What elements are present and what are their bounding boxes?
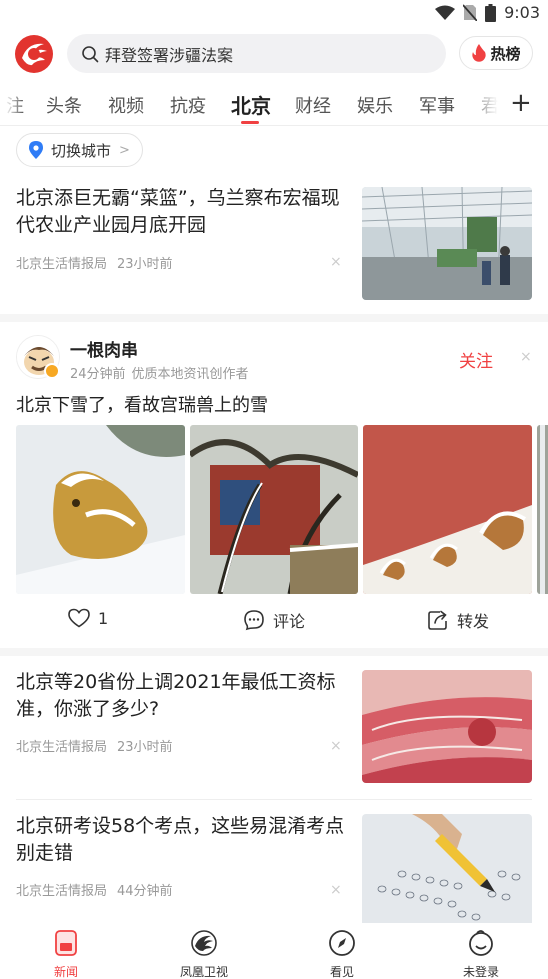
compass-icon	[329, 930, 355, 956]
add-channel-icon[interactable]: +	[510, 88, 532, 118]
battery-icon	[485, 3, 497, 22]
news-title[interactable]: 北京研考设58个考点，这些易混淆考点别走错	[16, 813, 346, 867]
author-desc: 优质本地资讯创作者	[131, 367, 249, 382]
status-time: 9:03	[504, 3, 540, 22]
nav-label: 看见	[329, 965, 354, 979]
search-bar[interactable]: 拜登签署涉疆法案	[67, 34, 446, 73]
user-icon	[469, 930, 493, 956]
comment-button[interactable]: 评论	[243, 608, 305, 632]
post-text[interactable]: 北京下雪了，看故宫瑞兽上的雪	[16, 391, 268, 417]
tab-entertainment[interactable]: 娱乐	[357, 92, 393, 118]
chevron-right-icon: >	[119, 142, 130, 158]
news-title[interactable]: 北京等20省份上调2021年最低工资标准，你涨了多少?	[16, 669, 346, 723]
status-bar: 9:03	[0, 0, 548, 26]
nav-phoenix-tv[interactable]: 凤凰卫视	[159, 929, 249, 979]
search-icon	[82, 45, 99, 62]
tab-video[interactable]: 视频	[108, 92, 144, 118]
switch-city-label: 切换城市	[51, 141, 112, 160]
nav-label: 新闻	[53, 965, 78, 979]
active-tab-indicator	[241, 121, 259, 124]
bottom-nav: 新闻 凤凰卫视 看见 未登录	[0, 923, 548, 979]
hot-list-label: 热榜	[490, 44, 521, 63]
news-source: 北京生活情报局	[16, 884, 108, 899]
section-divider	[0, 648, 548, 656]
like-count: 1	[98, 608, 109, 628]
wifi-icon	[435, 5, 456, 20]
comment-label: 评论	[273, 612, 306, 631]
hot-list-button[interactable]: 热榜	[459, 36, 533, 70]
tab-headlines[interactable]: 头条	[46, 92, 82, 118]
tab-beijing[interactable]: 北京	[231, 90, 271, 119]
post-image[interactable]	[363, 425, 532, 594]
post-image[interactable]	[537, 425, 548, 594]
post-time: 24分钟前	[70, 367, 126, 382]
post-image[interactable]	[16, 425, 185, 594]
switch-city-button[interactable]: 切换城市 >	[16, 133, 143, 167]
nav-discover[interactable]: 看见	[297, 929, 387, 979]
nav-label: 凤凰卫视	[179, 965, 228, 979]
phoenix-tv-icon	[191, 930, 217, 956]
location-pin-icon	[29, 141, 43, 159]
news-thumbnail[interactable]	[362, 670, 532, 783]
dismiss-icon[interactable]: ×	[330, 882, 342, 898]
comment-icon	[244, 610, 264, 631]
share-label: 转发	[457, 612, 490, 631]
heart-icon	[68, 608, 90, 628]
verified-badge-icon	[44, 363, 60, 379]
news-time: 23小时前	[117, 257, 173, 272]
like-button[interactable]: 1	[68, 608, 108, 628]
phoenix-logo-icon[interactable]	[14, 34, 54, 74]
nav-profile[interactable]: 未登录	[436, 929, 526, 979]
share-button[interactable]: 转发	[427, 608, 489, 632]
dismiss-icon[interactable]: ×	[330, 738, 342, 754]
news-thumbnail[interactable]	[362, 814, 532, 923]
top-bar: 拜登签署涉疆法案 热榜	[0, 30, 548, 78]
news-icon	[55, 930, 77, 956]
share-icon	[428, 610, 447, 630]
news-title[interactable]: 北京添巨无霸“菜篮”，乌兰察布宏福现代农业产业园月底开园	[16, 185, 346, 239]
tab-finance[interactable]: 财经	[295, 92, 331, 118]
dismiss-icon[interactable]: ×	[330, 254, 342, 270]
flame-icon	[472, 44, 487, 62]
search-hint: 拜登签署涉疆法案	[105, 45, 234, 65]
follow-button[interactable]: 关注	[459, 347, 493, 372]
tab-epidemic[interactable]: 抗疫	[170, 92, 206, 118]
section-divider	[0, 314, 548, 322]
nav-label: 未登录	[462, 965, 499, 979]
news-time: 23小时前	[117, 740, 173, 755]
nav-news[interactable]: 新闻	[21, 929, 111, 979]
author-name[interactable]: 一根肉串	[70, 336, 138, 361]
news-thumbnail[interactable]	[362, 187, 532, 300]
post-actions: 1 评论 转发	[0, 608, 548, 638]
dismiss-icon[interactable]: ×	[520, 349, 532, 365]
news-source: 北京生活情报局	[16, 257, 108, 272]
news-time: 44分钟前	[117, 884, 173, 899]
news-source: 北京生活情报局	[16, 740, 108, 755]
channel-tabs: 注 头条 视频 抗疫 北京 财经 娱乐 军事 君 +	[0, 84, 548, 126]
no-sim-icon	[463, 4, 478, 21]
tab-military[interactable]: 军事	[419, 92, 455, 118]
post-image[interactable]	[190, 425, 358, 594]
